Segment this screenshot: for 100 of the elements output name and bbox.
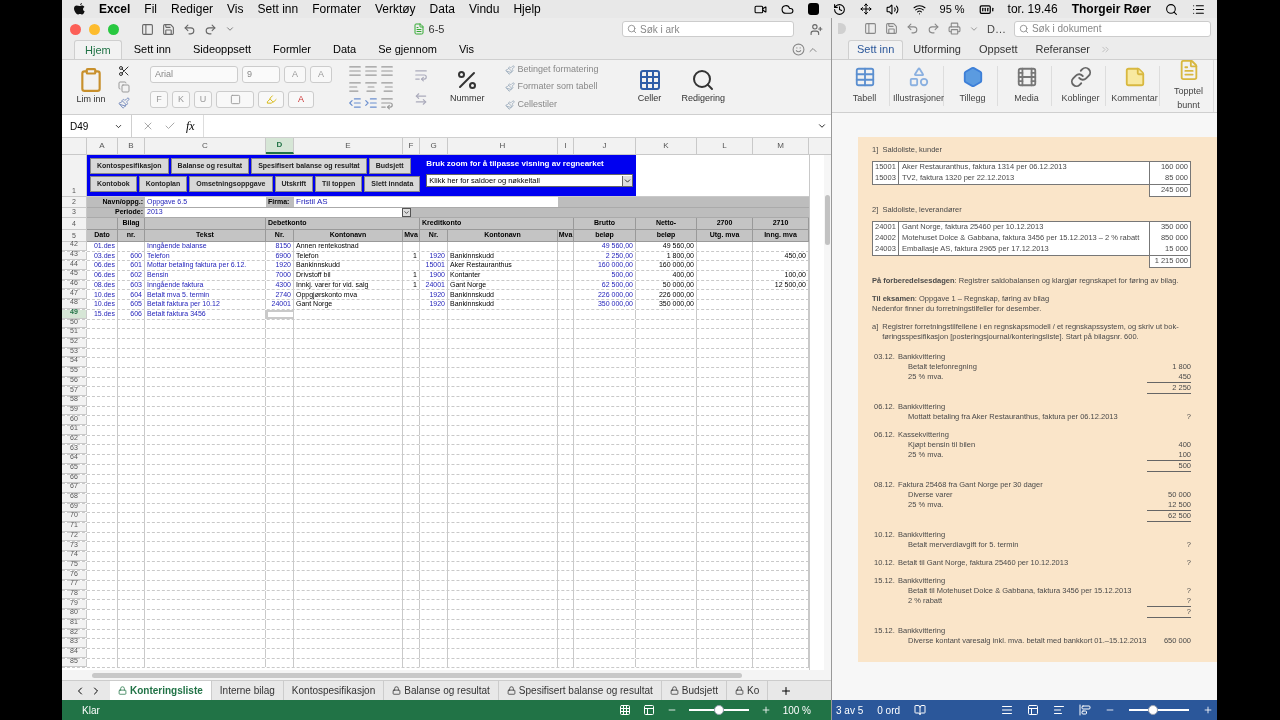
indent-decrease-icon[interactable]: [348, 96, 362, 110]
active-cell[interactable]: [266, 309, 294, 319]
save-icon[interactable]: [885, 22, 898, 36]
font-color-button[interactable]: A: [288, 91, 314, 108]
sheet-tab[interactable]: Konteringsliste: [110, 681, 212, 700]
normal-view-icon[interactable]: [618, 704, 631, 716]
print-layout-icon[interactable]: [1001, 704, 1013, 717]
ribbon-tab[interactable]: Vis: [448, 40, 485, 59]
volume-icon[interactable]: [885, 2, 899, 16]
menu-item[interactable]: Hjelp: [513, 0, 541, 18]
sidebar-icon[interactable]: [141, 22, 154, 36]
menu-item[interactable]: Vis: [227, 0, 244, 18]
zoom-in-icon[interactable]: [1203, 705, 1213, 716]
company-dropdown[interactable]: [266, 208, 411, 217]
web-layout-icon[interactable]: [1027, 704, 1039, 717]
merge-icon[interactable]: [414, 92, 428, 106]
menu-item[interactable]: Formater: [312, 0, 361, 18]
wrap-text-icon[interactable]: [414, 68, 428, 82]
column-header[interactable]: I: [558, 138, 574, 154]
align-middle-icon[interactable]: [364, 64, 378, 78]
borders-button[interactable]: [216, 91, 254, 108]
menu-item[interactable]: Verktøy: [374, 0, 416, 18]
ribbon-button[interactable]: Illustrasjoner: [894, 66, 944, 106]
align-right-icon[interactable]: [380, 80, 394, 94]
cut-icon[interactable]: [118, 65, 130, 77]
column-header[interactable]: K: [636, 138, 697, 154]
horizontal-scrollbar[interactable]: [92, 672, 742, 678]
align-left-icon[interactable]: [348, 80, 362, 94]
orientation-icon[interactable]: [380, 96, 394, 110]
column-header[interactable]: H: [448, 138, 558, 154]
fill-color-button[interactable]: [258, 91, 284, 108]
align-center-icon[interactable]: [364, 80, 378, 94]
clock[interactable]: tor. 19.46: [1007, 0, 1058, 18]
column-header[interactable]: A: [87, 138, 118, 154]
page-layout-icon[interactable]: [642, 704, 655, 716]
ribbon-tab[interactable]: Formler: [263, 40, 321, 59]
undo-icon[interactable]: [183, 22, 196, 36]
column-header[interactable]: G: [420, 138, 448, 154]
menu-item[interactable]: Vindu: [468, 0, 500, 18]
app-status-icon[interactable]: [807, 3, 819, 15]
ribbon-tab[interactable]: Hjem: [74, 40, 122, 59]
search-field[interactable]: Søk i ark: [622, 21, 794, 37]
search-field[interactable]: Søk i dokument: [1013, 20, 1211, 37]
ribbon-button[interactable]: Tillegg: [948, 66, 998, 106]
undo-icon[interactable]: [906, 22, 919, 36]
share-icon[interactable]: [810, 22, 823, 36]
wifi-icon[interactable]: [912, 2, 926, 16]
ribbon-tab[interactable]: Data: [323, 40, 367, 59]
align-bottom-icon[interactable]: [380, 64, 394, 78]
ribbon-tab[interactable]: Referanser: [1027, 39, 1098, 59]
copy-icon[interactable]: [118, 81, 130, 93]
time-machine-icon[interactable]: [832, 2, 846, 16]
column-header[interactable]: E: [294, 138, 403, 154]
ribbon-button[interactable]: Kommentar: [1110, 66, 1160, 106]
ribbon-button[interactable]: Topptel bunnt: [1164, 59, 1214, 113]
name-box[interactable]: D49: [62, 115, 132, 137]
word-count[interactable]: 0 ord: [877, 702, 901, 718]
expand-formula-icon[interactable]: [817, 121, 827, 131]
ribbon-button[interactable]: Media: [1002, 66, 1052, 106]
zoom-slider-thumb[interactable]: [1148, 705, 1158, 716]
app-menu[interactable]: Excel: [99, 0, 131, 18]
function-button[interactable]: fx: [186, 117, 195, 135]
enter-icon[interactable]: [164, 120, 176, 132]
search-icon[interactable]: [1165, 2, 1178, 16]
cloud-icon[interactable]: [780, 2, 794, 16]
add-sheet-icon[interactable]: [780, 684, 793, 697]
outline-icon[interactable]: [1053, 704, 1065, 717]
redo-icon[interactable]: [204, 22, 217, 36]
ribbon-tab[interactable]: Sideoppsett: [183, 40, 262, 59]
menu-item[interactable]: Rediger: [171, 0, 214, 18]
font-field[interactable]: Arial: [150, 66, 238, 83]
font-size-field[interactable]: 9: [242, 66, 280, 83]
indent-increase-icon[interactable]: [364, 96, 378, 110]
ribbon-tab[interactable]: Se gjennom: [368, 40, 447, 59]
zoom-level[interactable]: 100 %: [782, 702, 811, 718]
cancel-icon[interactable]: [142, 120, 154, 132]
format-painter-icon[interactable]: [118, 97, 130, 109]
menu-item[interactable]: Fil: [144, 0, 158, 18]
ribbon-button[interactable]: Tabell: [840, 66, 890, 106]
align-top-icon[interactable]: [348, 64, 362, 78]
number-format-button[interactable]: Nummer: [450, 68, 485, 106]
column-header[interactable]: M: [753, 138, 809, 154]
cells-button[interactable]: Celler: [637, 68, 662, 106]
save-icon[interactable]: [162, 22, 175, 36]
feedback-icon[interactable]: [792, 43, 805, 56]
customize-toolbar-icon[interactable]: [225, 24, 235, 34]
column-header[interactable]: J: [574, 138, 636, 154]
ribbon-tab[interactable]: Oppsett: [971, 39, 1026, 59]
company-field[interactable]: Fristil AS: [294, 197, 558, 207]
column-header[interactable]: F: [403, 138, 420, 154]
ribbon-tab[interactable]: Utforming: [905, 39, 969, 59]
page-count[interactable]: 3 av 5: [836, 702, 864, 718]
draft-icon[interactable]: [1079, 704, 1091, 717]
apple-logo-icon[interactable]: [74, 2, 85, 16]
menu-item[interactable]: Data: [429, 0, 455, 18]
ribbon-button[interactable]: Koblinger: [1056, 66, 1106, 106]
redo-icon[interactable]: [927, 22, 940, 36]
ribbon-tab[interactable]: Sett inn: [123, 40, 181, 59]
column-header[interactable]: B: [118, 138, 145, 154]
editing-button[interactable]: Redigering: [681, 68, 726, 106]
